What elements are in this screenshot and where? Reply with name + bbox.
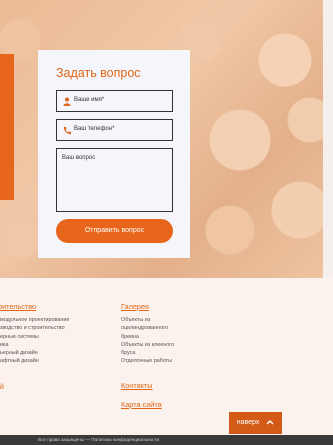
footer-link[interactable]: бруса bbox=[121, 349, 174, 357]
user-icon bbox=[63, 97, 71, 106]
footer-link[interactable]: модульное проектирование bbox=[0, 316, 69, 324]
message-placeholder: Ваш вопрос bbox=[62, 155, 96, 161]
footer-link[interactable]: зводство и строительство bbox=[0, 324, 69, 332]
back-to-top-button[interactable]: наверх bbox=[229, 412, 282, 434]
phone-placeholder: Ваш телефон* bbox=[74, 126, 115, 132]
copyright-bar: Все права защищены — Политика конфиденци… bbox=[0, 435, 333, 445]
footer-link[interactable]: оцилиндрованного bbox=[121, 324, 174, 332]
phone-field[interactable]: Ваш телефон* bbox=[56, 119, 173, 141]
footer-link[interactable]: бревна bbox=[121, 333, 174, 341]
footer-link[interactable]: афтный дизайн bbox=[0, 357, 69, 365]
right-edge-strip bbox=[323, 0, 333, 278]
footer-heading-construction[interactable]: оительство bbox=[0, 302, 69, 311]
footer: оительство модульное проектирование звод… bbox=[0, 278, 333, 445]
orange-accent-strip bbox=[0, 54, 14, 200]
submit-button[interactable]: Отправить вопрос bbox=[56, 219, 173, 243]
name-placeholder: Ваше имя* bbox=[74, 97, 105, 103]
chevron-up-icon bbox=[266, 420, 274, 425]
footer-link[interactable]: Объекты из bbox=[121, 316, 174, 324]
footer-heading-gallery[interactable]: Галерея bbox=[121, 302, 174, 311]
footer-column-construction: оительство модульное проектирование звод… bbox=[0, 302, 69, 366]
footer-link[interactable]: ика bbox=[0, 341, 69, 349]
footer-link-sitemap[interactable]: Карта сайта bbox=[121, 400, 162, 409]
footer-link-extra[interactable]: й bbox=[0, 384, 4, 391]
footer-link-contacts[interactable]: Контакты bbox=[121, 381, 153, 390]
phone-icon bbox=[63, 127, 71, 135]
message-textarea[interactable]: Ваш вопрос bbox=[56, 148, 173, 212]
copyright-text: Все права защищены — Политика конфиденци… bbox=[38, 437, 160, 442]
form-title: Задать вопрос bbox=[56, 66, 141, 80]
footer-link[interactable]: Объекты из клееного bbox=[121, 341, 174, 349]
hero-background: Задать вопрос Ваше имя* Ваш телефон* Ваш… bbox=[0, 0, 333, 278]
footer-link[interactable]: Отделочные работы bbox=[121, 357, 174, 365]
question-form: Задать вопрос Ваше имя* Ваш телефон* Ваш… bbox=[38, 50, 190, 258]
name-field[interactable]: Ваше имя* bbox=[56, 90, 173, 112]
footer-link[interactable]: ерные системы bbox=[0, 333, 69, 341]
footer-column-gallery: Галерея Объекты из оцилиндрованного брев… bbox=[121, 302, 174, 366]
footer-link[interactable]: ьерный дизайн bbox=[0, 349, 69, 357]
footer-list-construction: модульное проектирование зводство и стро… bbox=[0, 316, 69, 366]
back-to-top-label: наверх bbox=[236, 419, 260, 426]
footer-list-gallery: Объекты из оцилиндрованного бревна Объек… bbox=[121, 316, 174, 366]
